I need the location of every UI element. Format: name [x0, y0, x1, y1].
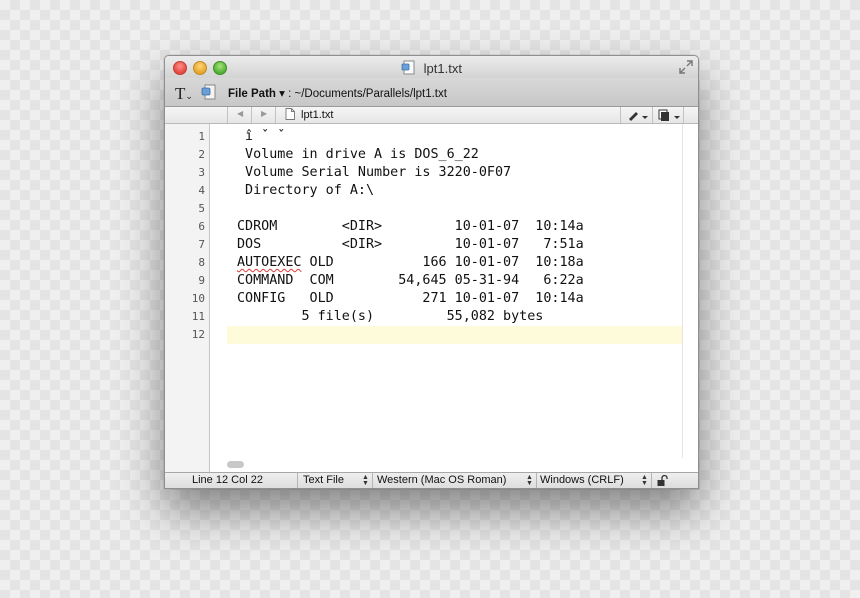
- encoding-popup[interactable]: Western (Mac OS Roman): [377, 474, 506, 486]
- current-line: [227, 326, 683, 344]
- file-path-display[interactable]: File Path ▾ : ~/Documents/Parallels/lpt1…: [228, 86, 447, 100]
- nav-divider: [251, 107, 252, 123]
- lock-icon[interactable]: [656, 475, 668, 487]
- line-number: 8: [198, 256, 205, 269]
- nav-divider: [275, 107, 276, 123]
- text-line: Volume Serial Number is 3220-0F07: [237, 165, 512, 180]
- text-editor[interactable]: î ˇ ˇ Volume in drive A is DOS_6_22 Volu…: [227, 124, 683, 454]
- line-number: 11: [191, 310, 205, 323]
- document-proxy-icon[interactable]: [401, 60, 416, 75]
- text-line: CDROM <DIR> 10-01-07 10:14a: [237, 219, 584, 234]
- cursor-position: Line 12 Col 22: [192, 474, 263, 486]
- file-path-label: File Path: [228, 88, 276, 100]
- line-number: 10: [191, 292, 205, 305]
- line-number: 7: [198, 238, 205, 251]
- status-divider: [297, 473, 298, 488]
- editor-window: lpt1.txt T⌄ File Path ▾ : ~/Documents/Pa…: [164, 55, 699, 489]
- encoding-updown-icon: ▲ ▼: [526, 474, 533, 487]
- file-icon: [285, 108, 295, 120]
- status-divider: [372, 473, 373, 488]
- toolbar: T⌄ File Path ▾ : ~/Documents/Parallels/l…: [165, 78, 698, 107]
- line-number: 6: [198, 220, 205, 233]
- nav-divider: [620, 107, 621, 123]
- text-line: î ˇ ˇ: [237, 129, 286, 144]
- fullscreen-icon[interactable]: [679, 60, 693, 74]
- line-endings-popup[interactable]: Windows (CRLF): [540, 474, 624, 486]
- line-number-gutter: 1 2 3 4 5 6 7 8 9 10 11 12: [165, 124, 210, 472]
- vertical-scrollbar[interactable]: [682, 124, 698, 458]
- text-line: AUTOEXEC OLD 166 10-01-07 10:18a: [227, 254, 683, 272]
- text-line: DOS <DIR> 10-01-07 7:51a: [237, 237, 584, 252]
- line-number: 2: [198, 148, 205, 161]
- fold-margin: [210, 124, 227, 472]
- document-info-icon[interactable]: [201, 84, 217, 100]
- document-popup-label: lpt1.txt: [301, 109, 334, 121]
- text-tool-icon[interactable]: T⌄: [175, 84, 193, 104]
- status-divider: [651, 473, 652, 488]
- nav-divider: [652, 107, 653, 123]
- forward-arrow-icon[interactable]: ▶: [261, 109, 267, 118]
- line-endings-updown-icon: ▲ ▼: [641, 474, 648, 487]
- navigation-bar: ◀ ▶ lpt1.txt: [165, 107, 698, 124]
- line-number: 9: [198, 274, 205, 287]
- horizontal-scroll-thumb[interactable]: [227, 461, 244, 468]
- markers-menu-icon[interactable]: [627, 109, 649, 121]
- line-number: 5: [198, 202, 205, 215]
- counterpart-menu-icon[interactable]: [658, 109, 682, 121]
- file-path-value: ~/Documents/Parallels/lpt1.txt: [294, 88, 447, 100]
- status-bar: Line 12 Col 22 Text File ▲ ▼ Western (Mac…: [165, 472, 698, 488]
- line-number: 12: [191, 328, 205, 341]
- window-title: lpt1.txt: [423, 61, 462, 76]
- text-line: CONFIG OLD 271 10-01-07 10:14a: [237, 291, 584, 306]
- line-number: 4: [198, 184, 205, 197]
- document-popup[interactable]: lpt1.txt: [285, 108, 333, 121]
- text-line: 5 file(s) 55,082 bytes: [237, 309, 544, 324]
- file-type-updown-icon: ▲ ▼: [362, 474, 369, 487]
- window-title-group: lpt1.txt: [165, 60, 698, 76]
- back-arrow-icon[interactable]: ◀: [237, 109, 243, 118]
- text-line-rest: OLD 166 10-01-07 10:18a: [301, 255, 584, 270]
- status-divider: [536, 473, 537, 488]
- line-number: 1: [198, 130, 205, 143]
- line-number: 3: [198, 166, 205, 179]
- text-line: COMMAND COM 54,645 05-31-94 6:22a: [237, 273, 584, 288]
- file-type-popup[interactable]: Text File: [303, 474, 344, 486]
- text-line: Volume in drive A is DOS_6_22: [237, 147, 479, 162]
- file-path-menu-indicator: ▾ :: [275, 88, 295, 100]
- title-bar[interactable]: lpt1.txt: [165, 56, 698, 78]
- horizontal-scrollbar[interactable]: [227, 458, 683, 472]
- text-line: [227, 200, 683, 218]
- text-tool-label: T: [175, 84, 186, 103]
- nav-divider: [683, 107, 684, 123]
- nav-divider: [227, 107, 228, 123]
- text-line: Directory of A:\: [237, 183, 375, 198]
- misspelled-word[interactable]: AUTOEXEC: [237, 255, 302, 270]
